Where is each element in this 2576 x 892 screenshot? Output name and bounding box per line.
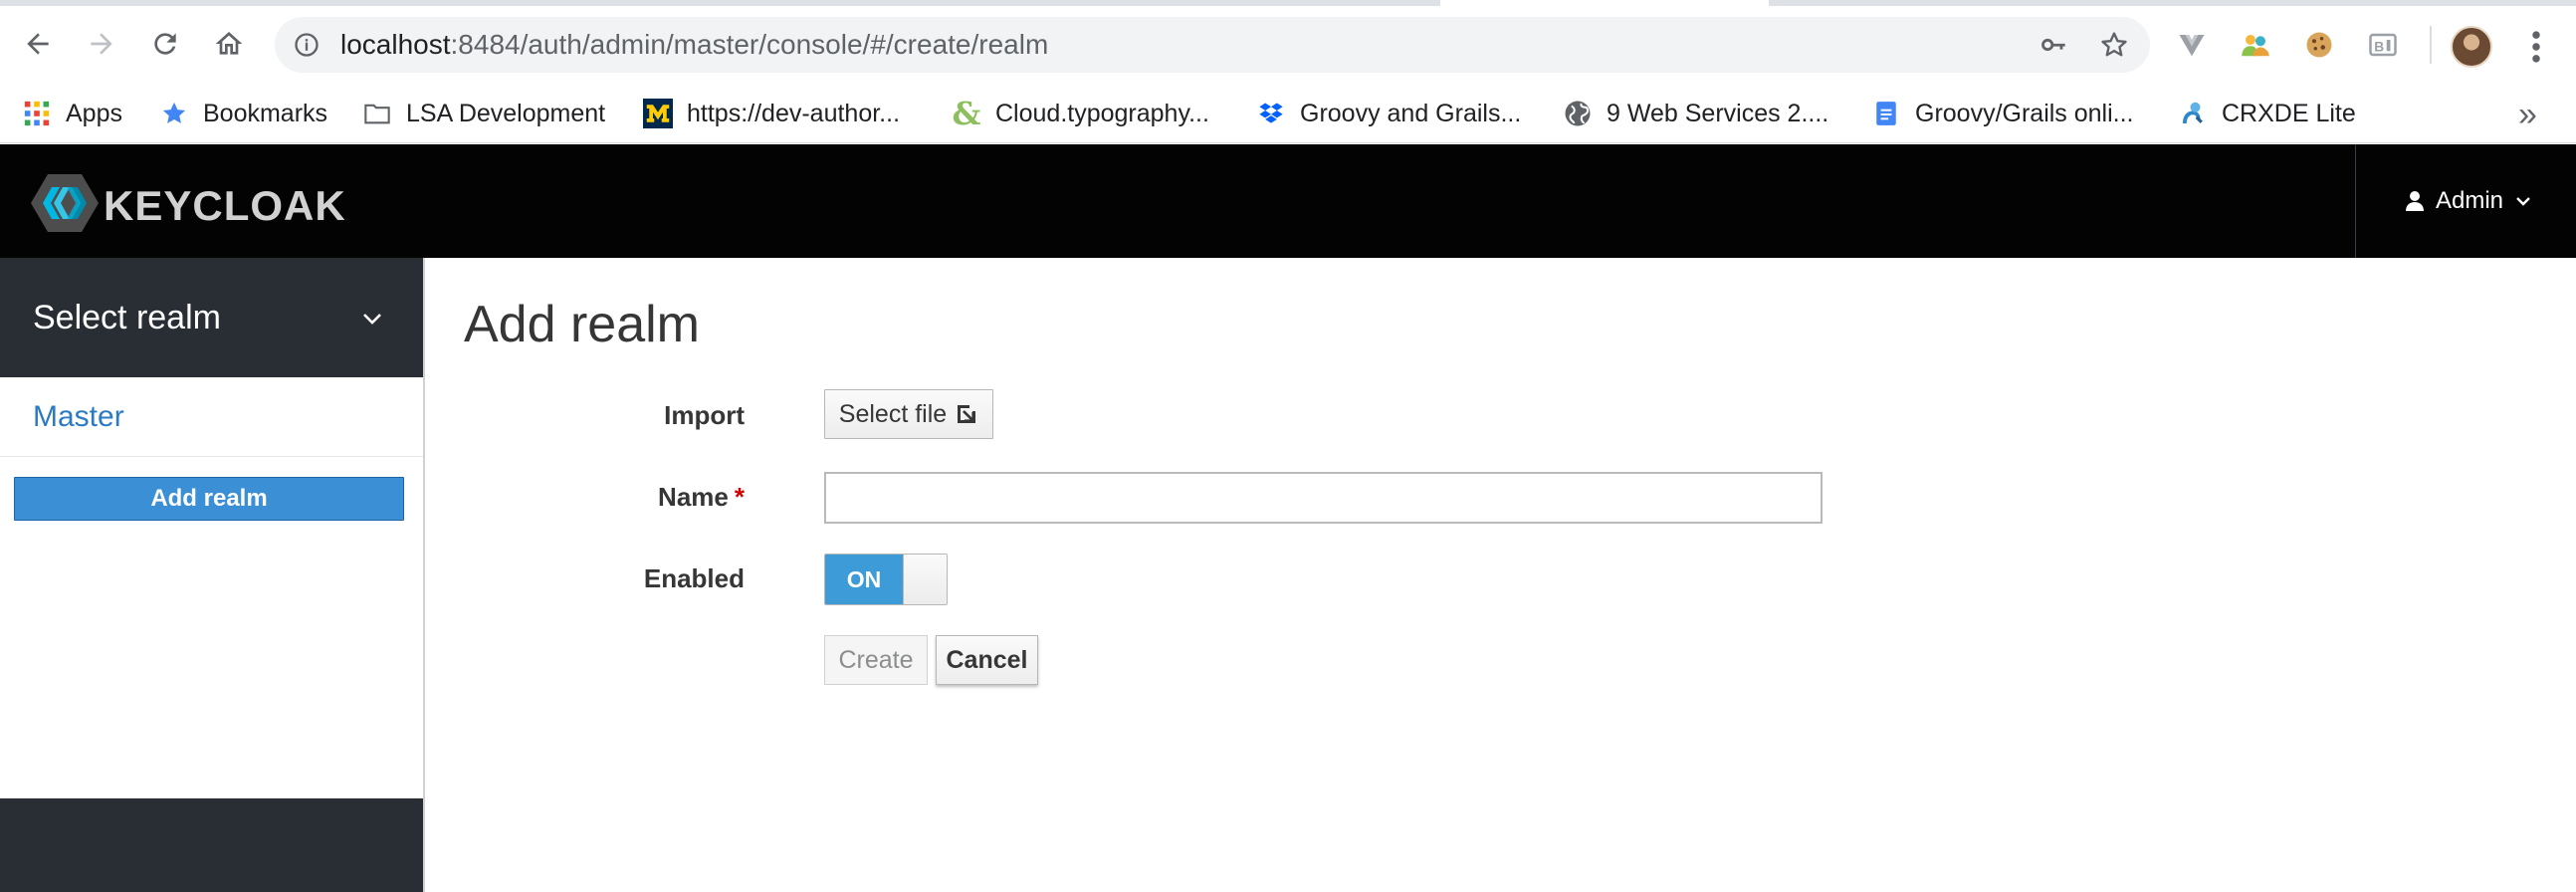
bookmark-bookmarks[interactable]: Bookmarks — [159, 84, 327, 143]
name-label-text: Name — [658, 482, 729, 512]
url-path: :8484/auth/admin/master/console/#/create… — [450, 29, 1049, 60]
bookmark-label: Apps — [66, 99, 122, 127]
bookmark-label: https://dev-author... — [687, 99, 901, 127]
site-info-icon[interactable] — [293, 31, 321, 59]
bookmark-lsa-development[interactable]: LSA Development — [362, 84, 605, 143]
keycloak-logo[interactable]: KEYCLOAK — [30, 172, 345, 234]
vue-devtools-icon[interactable] — [2175, 28, 2209, 62]
bookmark-label: Cloud.typography... — [995, 99, 1209, 127]
logo-wordmark: KEYCLOAK — [104, 182, 346, 229]
required-asterisk: * — [734, 482, 745, 512]
user-name: Admin — [2436, 187, 2504, 214]
folder-icon — [362, 99, 392, 128]
toggle-on-text: ON — [825, 555, 903, 604]
create-button[interactable]: Create — [824, 635, 928, 685]
app-header: KEYCLOAK Admin — [0, 144, 2576, 258]
bookmark-star-icon[interactable] — [2098, 29, 2130, 61]
bi-extension-icon[interactable]: B — [2366, 28, 2400, 62]
bookmark-groovy-grails-online[interactable]: Groovy/Grails onli... — [1871, 84, 2134, 143]
bookmark-label: Bookmarks — [203, 99, 328, 127]
people-extension-icon[interactable] — [2239, 28, 2272, 62]
google-docs-icon — [1871, 99, 1901, 128]
bookmark-web-services[interactable]: 9 Web Services 2.... — [1563, 84, 1828, 143]
realm-selector[interactable]: Select realm — [0, 258, 423, 377]
sidebar: Select realm Master Add realm — [0, 258, 423, 892]
toggle-handle[interactable] — [903, 555, 947, 604]
svg-text:B: B — [2374, 39, 2384, 54]
crxde-icon — [2178, 99, 2208, 128]
enabled-toggle[interactable]: ON — [824, 554, 948, 605]
realm-selector-label: Select realm — [33, 298, 221, 336]
user-menu[interactable]: Admin — [2355, 144, 2576, 258]
forward-icon[interactable] — [82, 24, 121, 64]
page-title: Add realm — [464, 296, 700, 353]
realm-name-input[interactable] — [824, 472, 1823, 524]
browser-menu-icon[interactable] — [2526, 30, 2546, 64]
import-label: Import — [664, 400, 745, 430]
add-realm-button[interactable]: Add realm — [14, 477, 404, 521]
cancel-button[interactable]: Cancel — [936, 635, 1038, 685]
toolbar-separator — [2430, 26, 2432, 64]
bookmarks-bar: Apps Bookmarks LSA Development https://d… — [0, 84, 2576, 143]
enabled-label: Enabled — [643, 563, 745, 593]
bookmark-label: 9 Web Services 2.... — [1607, 99, 1829, 127]
name-label: Name * — [545, 482, 745, 513]
browser-toolbar: localhost:8484/auth/admin/master/console… — [0, 6, 2576, 84]
sidebar-divider — [423, 258, 425, 892]
star-icon — [159, 99, 189, 128]
url-text[interactable]: localhost:8484/auth/admin/master/console… — [340, 31, 1048, 59]
bookmark-cloud-typography[interactable]: & Cloud.typography... — [952, 84, 1209, 143]
bookmark-apps[interactable]: Apps — [22, 84, 122, 143]
user-icon — [2406, 191, 2424, 211]
cookie-icon[interactable] — [2302, 28, 2336, 62]
reload-icon[interactable] — [145, 24, 185, 64]
bookmark-groovy-grails[interactable]: Groovy and Grails... — [1256, 84, 1521, 143]
ampersand-icon: & — [952, 95, 981, 132]
key-icon[interactable] — [2039, 31, 2068, 59]
import-file-icon — [958, 405, 976, 423]
select-file-label: Select file — [838, 399, 948, 428]
home-icon[interactable] — [209, 24, 249, 64]
keycloak-logo-icon — [31, 174, 99, 232]
michigan-m-icon — [643, 99, 673, 128]
globe-icon — [1563, 99, 1593, 128]
bookmark-label: Groovy and Grails... — [1300, 99, 1522, 127]
chevron-down-icon — [2516, 197, 2530, 206]
bookmark-dev-author[interactable]: https://dev-author... — [643, 84, 900, 143]
address-bar[interactable]: localhost:8484/auth/admin/master/console… — [275, 17, 2150, 73]
dropbox-icon — [1256, 99, 1286, 128]
realm-item-master[interactable]: Master — [0, 377, 423, 457]
more-bookmarks-button[interactable]: » — [2518, 96, 2537, 134]
chevron-down-icon — [363, 314, 381, 325]
back-icon[interactable] — [18, 24, 58, 64]
realm-dropdown: Master Add realm — [0, 377, 423, 798]
bookmark-crxde-lite[interactable]: CRXDE Lite — [2178, 84, 2356, 143]
bookmark-label: CRXDE Lite — [2222, 99, 2356, 127]
profile-avatar[interactable] — [2451, 26, 2492, 68]
bookmark-label: LSA Development — [406, 99, 606, 127]
bookmark-label: Groovy/Grails onli... — [1915, 99, 2134, 127]
url-host: localhost — [340, 29, 451, 60]
apps-grid-icon — [22, 99, 52, 128]
select-file-button[interactable]: Select file — [824, 389, 993, 439]
